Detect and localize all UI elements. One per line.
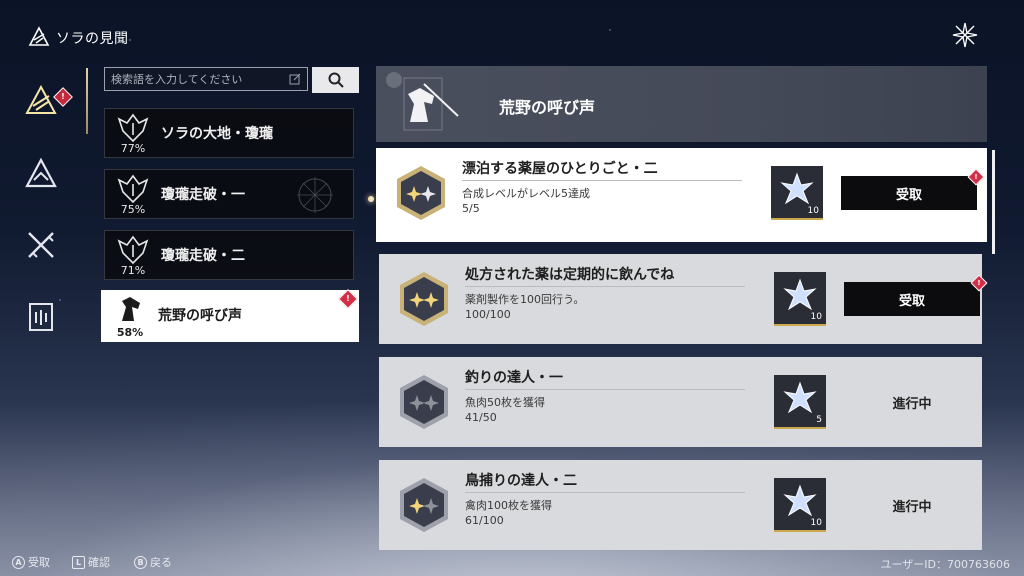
achievement-description: 禽肉100枚を獲得	[465, 499, 552, 512]
reward-count: 5	[816, 415, 822, 425]
claim-button[interactable]: 受取 !	[841, 168, 985, 210]
crystal-star-icon	[780, 172, 814, 205]
category-name: 荒野の呼び声	[158, 308, 242, 324]
panel-title: 荒野の呼び声	[499, 98, 596, 117]
achievement-status: 進行中	[892, 499, 932, 515]
achievement-icon	[25, 84, 57, 114]
footer-hint-back: B 戻る	[134, 554, 172, 570]
footer-confirm-label: 確認	[88, 556, 110, 569]
reward-item[interactable]: 10	[774, 478, 826, 532]
nav-item-codex[interactable]	[22, 298, 60, 336]
nav-active-indicator	[86, 68, 88, 134]
achievement-progress: 41/50	[465, 411, 497, 424]
sparkle-medal-icon	[400, 272, 448, 326]
achievement-progress: 61/100	[465, 514, 504, 527]
achievement-row[interactable]: 鳥捕りの達人・二 禽肉100枚を獲得 61/100 10 進行中	[379, 460, 982, 550]
achievement-row[interactable]: 釣りの達人・一 魚肉50枚を獲得 41/50 5 進行中	[379, 357, 982, 447]
category-item-selected[interactable]: 58% 荒野の呼び声	[101, 290, 359, 342]
claim-label: 受取	[898, 293, 925, 309]
footer-claim-label: 受取	[28, 556, 50, 569]
compass-decoration-icon	[297, 177, 333, 213]
category-name: 瓊瓏走破・二	[161, 248, 245, 264]
footer-hint-claim: A 受取	[12, 554, 50, 570]
panel-connector-dot	[368, 196, 374, 202]
search-field	[104, 67, 308, 91]
achievement-title: 漂泊する薬屋のひとりごと・二	[462, 161, 658, 177]
divider	[465, 286, 745, 287]
crest-icon	[117, 174, 149, 204]
achievement-row[interactable]: 処方された薬は定期的に飲んでね 薬剤製作を100回行う。 100/100 10 …	[379, 254, 988, 344]
sparkle-medal-icon	[397, 166, 445, 220]
achievement-progress: 100/100	[465, 308, 511, 321]
user-id: ユーザーID：700763606	[880, 558, 1010, 571]
crossed-swords-icon	[28, 232, 54, 258]
scrollbar[interactable]	[992, 150, 995, 254]
horse-emblem-icon	[386, 72, 459, 131]
sparkle-medal-icon	[400, 375, 448, 429]
nav-item-achievements[interactable]	[22, 82, 60, 120]
category-percent: 58%	[116, 326, 144, 339]
search-button[interactable]	[312, 67, 359, 93]
crystal-star-icon	[783, 484, 817, 517]
crest-icon	[117, 235, 149, 265]
claim-button[interactable]: 受取 !	[844, 274, 988, 316]
footer-back-label: 戻る	[150, 556, 172, 569]
edit-icon	[289, 73, 301, 85]
crystal-star-icon	[783, 381, 817, 414]
crest-icon	[117, 113, 149, 143]
category-name: ソラの大地・瓊瓏	[161, 126, 273, 142]
achievement-description: 合成レベルがレベル5達成	[462, 187, 590, 200]
crystal-star-icon	[783, 278, 817, 311]
achievement-description: 薬剤製作を100回行う。	[465, 293, 585, 306]
close-icon[interactable]	[950, 20, 980, 50]
divider	[462, 180, 742, 181]
achievement-title: 釣りの達人・一	[465, 370, 563, 386]
book-icon	[29, 303, 53, 331]
l-button-icon: L	[72, 555, 85, 569]
category-item[interactable]: 71% 瓊瓏走破・二	[104, 230, 354, 280]
category-percent: 75%	[120, 203, 146, 216]
reward-count: 10	[810, 518, 822, 528]
achievement-status: 進行中	[892, 396, 932, 412]
search-input[interactable]	[105, 68, 285, 91]
claim-alert-badge: !	[967, 168, 985, 186]
horse-head-icon	[122, 297, 140, 321]
divider	[465, 492, 745, 493]
achievement-title: 鳥捕りの達人・二	[465, 473, 577, 489]
b-button-icon: B	[134, 555, 147, 569]
reward-item[interactable]: 10	[771, 166, 823, 220]
claim-label: 受取	[895, 187, 922, 203]
page-title: ソラの見聞	[56, 31, 129, 47]
divider	[465, 389, 745, 390]
nav-item-combat[interactable]	[22, 226, 60, 264]
app-logo-icon	[28, 26, 50, 46]
achievement-title: 処方された薬は定期的に飲んでね	[465, 267, 675, 283]
category-item[interactable]: 77% ソラの大地・瓊瓏	[104, 108, 354, 158]
achievement-description: 魚肉50枚を獲得	[465, 396, 545, 409]
achievement-row[interactable]: 漂泊する薬屋のひとりごと・二 合成レベルがレベル5達成 5/5 10 受取 !	[376, 148, 987, 242]
a-button-icon: A	[12, 555, 25, 569]
nav-item-exploration[interactable]	[22, 154, 60, 192]
search-icon	[328, 72, 344, 88]
mountain-icon	[25, 157, 57, 188]
category-name: 瓊瓏走破・一	[161, 187, 245, 203]
category-item[interactable]: 75% 瓊瓏走破・一	[104, 169, 354, 219]
claim-alert-badge: !	[970, 274, 988, 292]
reward-item[interactable]: 5	[774, 375, 826, 429]
reward-item[interactable]: 10	[774, 272, 826, 326]
category-percent: 71%	[120, 264, 146, 277]
sparkle-medal-icon	[400, 478, 448, 532]
footer-hint-confirm: L 確認	[72, 554, 110, 570]
achievement-progress: 5/5	[462, 202, 480, 215]
reward-count: 10	[807, 206, 819, 216]
category-percent: 77%	[120, 142, 146, 155]
reward-count: 10	[810, 312, 822, 322]
